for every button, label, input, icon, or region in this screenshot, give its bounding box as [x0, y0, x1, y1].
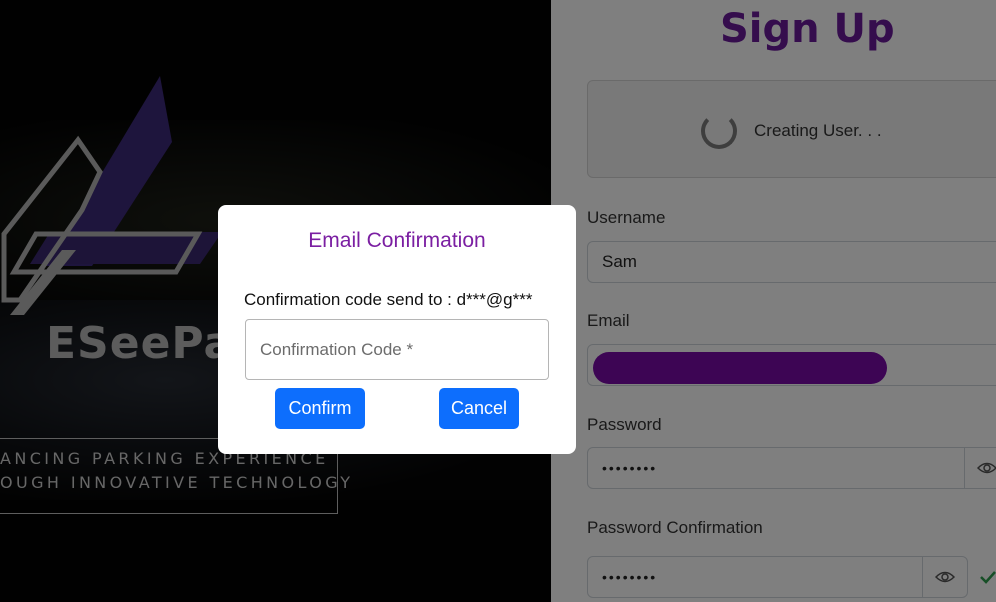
confirmation-info: Confirmation code send to : d***@g***	[244, 290, 533, 309]
cancel-button[interactable]: Cancel	[439, 388, 519, 429]
modal-title: Email Confirmation	[308, 229, 486, 252]
confirmation-code-input[interactable]	[245, 319, 549, 380]
email-confirmation-modal: Email Confirmation Confirmation code sen…	[218, 205, 576, 454]
confirm-button[interactable]: Confirm	[275, 388, 365, 429]
